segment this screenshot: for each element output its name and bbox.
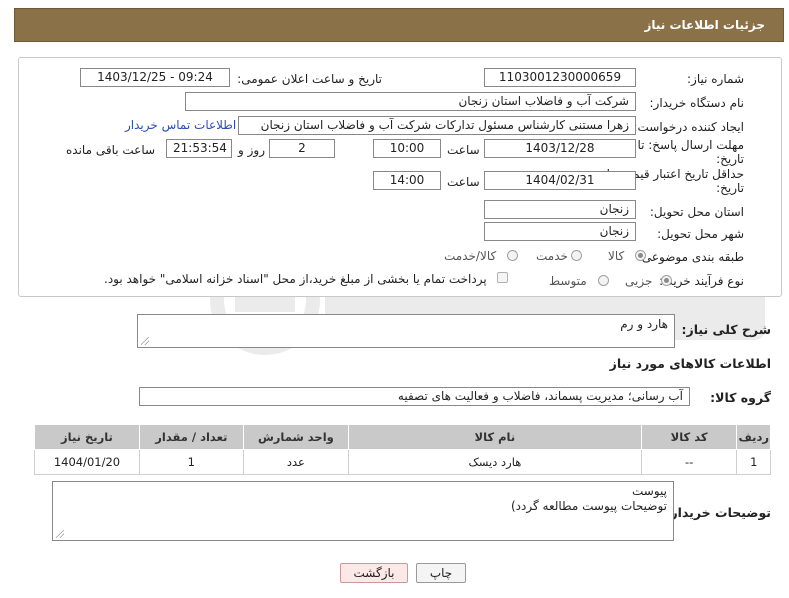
goods-table: ردیف کد کالا نام کالا واحد شمارش تعداد /… bbox=[34, 424, 771, 475]
buyer-label: نام دستگاه خریدار: bbox=[649, 96, 745, 110]
reply-time-field: 10:00 bbox=[373, 139, 441, 158]
days-label: روز و bbox=[238, 143, 265, 157]
price-time-field: 14:00 bbox=[373, 171, 441, 190]
province-field: زنجان bbox=[484, 200, 636, 219]
category-option-goods-service: کالا/خدمت bbox=[444, 249, 497, 263]
city-field: زنجان bbox=[484, 222, 636, 241]
province-label: استان محل تحویل: bbox=[649, 205, 744, 219]
time-remaining-label: ساعت باقی مانده bbox=[66, 143, 156, 157]
resize-grip-icon[interactable] bbox=[141, 337, 149, 345]
creator-label: ایجاد کننده درخواست: bbox=[633, 120, 744, 134]
col-header-goods-name: نام کالا bbox=[347, 424, 642, 450]
print-button[interactable]: چاپ bbox=[416, 563, 466, 583]
buyer-field: شرکت آب و فاضلاب استان زنجان bbox=[185, 92, 636, 111]
category-radio-goods-service[interactable] bbox=[507, 250, 518, 261]
resize-grip-icon[interactable] bbox=[56, 530, 64, 538]
col-header-row-number: ردیف bbox=[736, 424, 771, 450]
buyer-notes-line-2: توضیحات پیوست مطالعه گردد) bbox=[511, 499, 667, 513]
category-option-goods: کالا bbox=[608, 249, 625, 263]
treasury-payment-checkbox[interactable] bbox=[497, 272, 508, 283]
announce-date-field: 1403/12/25 - 09:24 bbox=[80, 68, 230, 87]
cell-need-date: 1404/01/20 bbox=[34, 449, 140, 475]
cell-quantity: 1 bbox=[138, 449, 244, 475]
cell-goods-code: -- bbox=[640, 449, 738, 475]
page-header: جزئیات اطلاعات نیاز bbox=[14, 8, 784, 42]
table-header-row: ردیف کد کالا نام کالا واحد شمارش تعداد /… bbox=[34, 424, 771, 450]
col-header-need-date: تاریخ نیاز bbox=[34, 424, 140, 450]
cell-unit: عدد bbox=[242, 449, 349, 475]
summary-textarea[interactable]: هارد و رم bbox=[137, 314, 675, 348]
summary-label: شرح کلی نیاز: bbox=[681, 322, 771, 337]
col-header-unit: واحد شمارش bbox=[242, 424, 349, 450]
summary-text: هارد و رم bbox=[620, 317, 668, 331]
creator-field: زهرا مستنی کارشناس مسئول تدارکات شرکت آب… bbox=[238, 116, 636, 135]
cell-goods-name: هارد دیسک bbox=[347, 449, 642, 475]
buyer-notes-label: توضیحات خریدار: bbox=[665, 505, 771, 520]
process-radio-minor[interactable] bbox=[661, 275, 672, 286]
city-label: شهر محل تحویل: bbox=[657, 227, 744, 241]
category-option-service: خدمت bbox=[536, 249, 568, 263]
goods-group-label: گروه کالا: bbox=[710, 390, 771, 405]
cell-row-number: 1 bbox=[736, 449, 771, 475]
col-header-goods-code: کد کالا bbox=[640, 424, 738, 450]
process-option-minor: جزیی bbox=[625, 274, 653, 288]
reply-deadline-label: مهلت ارسال پاسخ: تا bbox=[637, 138, 744, 152]
need-number-label: شماره نیاز: bbox=[687, 72, 744, 86]
goods-group-field: آب رسانی؛ مدیریت پسماند، فاضلاب و فعالیت… bbox=[139, 387, 690, 406]
reply-deadline-label-date: تاریخ: bbox=[716, 152, 744, 166]
category-label: طبقه بندی موضوعی: bbox=[637, 250, 744, 264]
buyer-contact-link[interactable]: اطلاعات تماس خریدار bbox=[125, 118, 236, 132]
process-option-medium: متوسط bbox=[549, 274, 587, 288]
buyer-notes-textarea[interactable]: پیوست توضیحات پیوست مطالعه گردد) bbox=[52, 481, 674, 541]
category-radio-service[interactable] bbox=[571, 250, 582, 261]
reply-date-field: 1403/12/28 bbox=[484, 139, 636, 158]
price-validity-label-date: تاریخ: bbox=[716, 181, 744, 195]
days-remaining-field: 2 bbox=[269, 139, 335, 158]
announce-date-label: تاریخ و ساعت اعلان عمومی: bbox=[237, 72, 382, 86]
buyer-notes-line-1: پیوست bbox=[632, 484, 667, 498]
need-number-field: 1103001230000659 bbox=[484, 68, 636, 87]
table-row: 1 -- هارد دیسک عدد 1 1404/01/20 bbox=[34, 449, 771, 475]
goods-info-title: اطلاعات کالاهای مورد نیاز bbox=[609, 356, 771, 371]
time-remaining-field: 21:53:54 bbox=[166, 139, 232, 158]
col-header-quantity: تعداد / مقدار bbox=[138, 424, 244, 450]
price-date-field: 1404/02/31 bbox=[484, 171, 636, 190]
price-time-label: ساعت bbox=[447, 175, 480, 189]
page-title: جزئیات اطلاعات نیاز bbox=[644, 18, 765, 32]
back-button[interactable]: بازگشت bbox=[340, 563, 408, 583]
process-radio-medium[interactable] bbox=[598, 275, 609, 286]
reply-time-label: ساعت bbox=[447, 143, 480, 157]
treasury-payment-note: پرداخت تمام یا بخشی از مبلغ خرید،از محل … bbox=[104, 272, 487, 286]
category-radio-goods[interactable] bbox=[635, 250, 646, 261]
